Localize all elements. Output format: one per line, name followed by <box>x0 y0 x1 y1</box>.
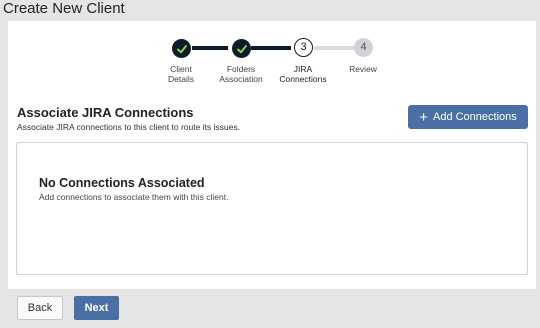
step-3-current[interactable]: 3 <box>294 38 313 57</box>
step-connector-3 <box>314 46 354 50</box>
empty-state-title: No Connections Associated <box>39 176 205 190</box>
wizard-panel: Client Details Folders Association 3 JIR… <box>8 21 536 289</box>
step-2-label: Folders Association <box>219 64 263 84</box>
page-title: Create New Client <box>3 0 125 17</box>
step-2-complete[interactable] <box>232 39 251 58</box>
step-4-number: 4 <box>360 41 367 53</box>
step-1-complete[interactable] <box>172 39 191 58</box>
step-4-upcoming[interactable]: 4 <box>354 38 373 57</box>
connections-list: No Connections Associated Add connection… <box>16 142 528 275</box>
add-connections-label: Add Connections <box>432 111 517 123</box>
empty-state-description: Add connections to associate them with t… <box>39 192 229 202</box>
section-description: Associate JIRA connections to this clien… <box>17 122 240 132</box>
wizard-footer: Back Next <box>0 289 540 328</box>
section-title: Associate JIRA Connections <box>17 105 194 120</box>
wizard-stepper: Client Details Folders Association 3 JIR… <box>8 21 536 91</box>
check-icon <box>236 44 247 53</box>
back-button[interactable]: Back <box>17 296 63 320</box>
step-connector-2 <box>251 46 291 50</box>
next-button[interactable]: Next <box>74 296 119 320</box>
step-4-label: Review <box>349 64 377 74</box>
add-connections-button[interactable]: + Add Connections <box>408 105 528 129</box>
step-connector-1 <box>192 46 228 50</box>
plus-icon: + <box>419 108 428 126</box>
step-3-number: 3 <box>300 41 307 53</box>
check-icon <box>176 44 187 53</box>
